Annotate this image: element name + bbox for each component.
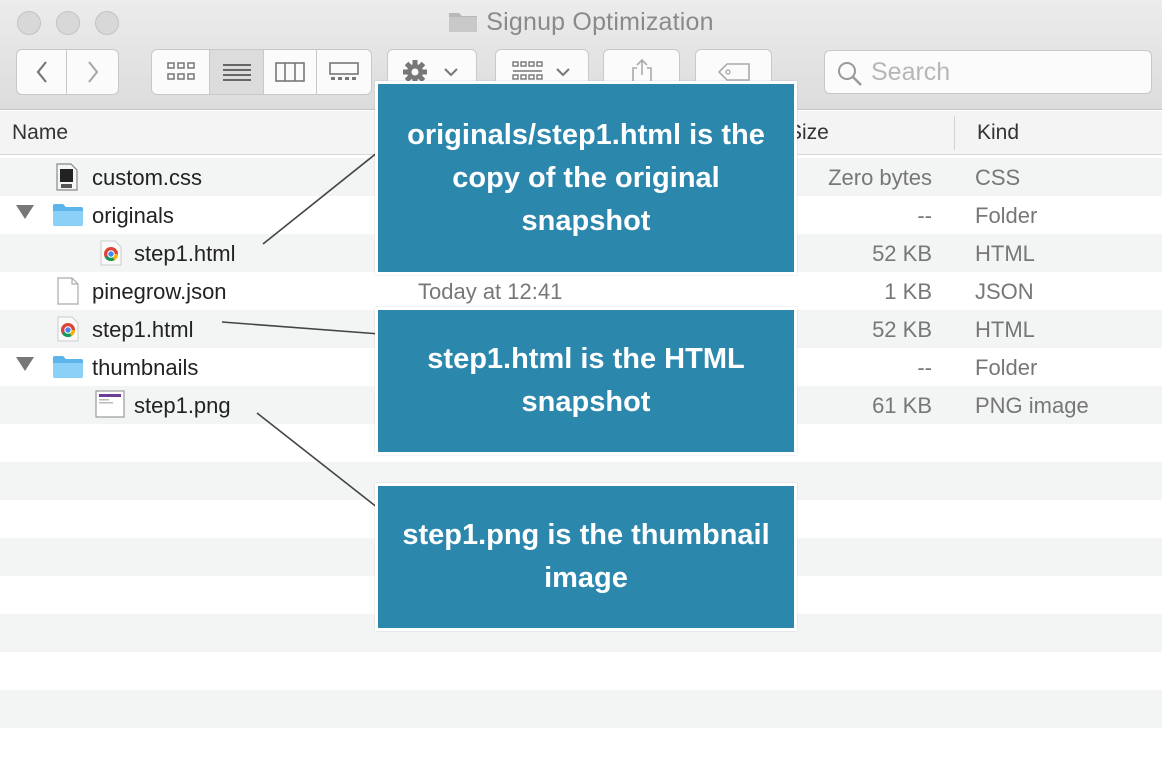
callout-text: step1.html is the HTML snapshot [427,343,745,418]
callout-thumbnail: step1.png is the thumbnail image [375,483,797,631]
connector-line [221,321,381,335]
callout-snapshot: step1.html is the HTML snapshot [375,307,797,455]
callout-originals: originals/step1.html is the copy of the … [375,81,797,275]
connector-line [256,412,379,509]
connector-line [262,147,384,245]
callout-text: step1.png is the thumbnail image [402,519,770,594]
callout-text: originals/step1.html is the copy of the … [407,118,765,237]
